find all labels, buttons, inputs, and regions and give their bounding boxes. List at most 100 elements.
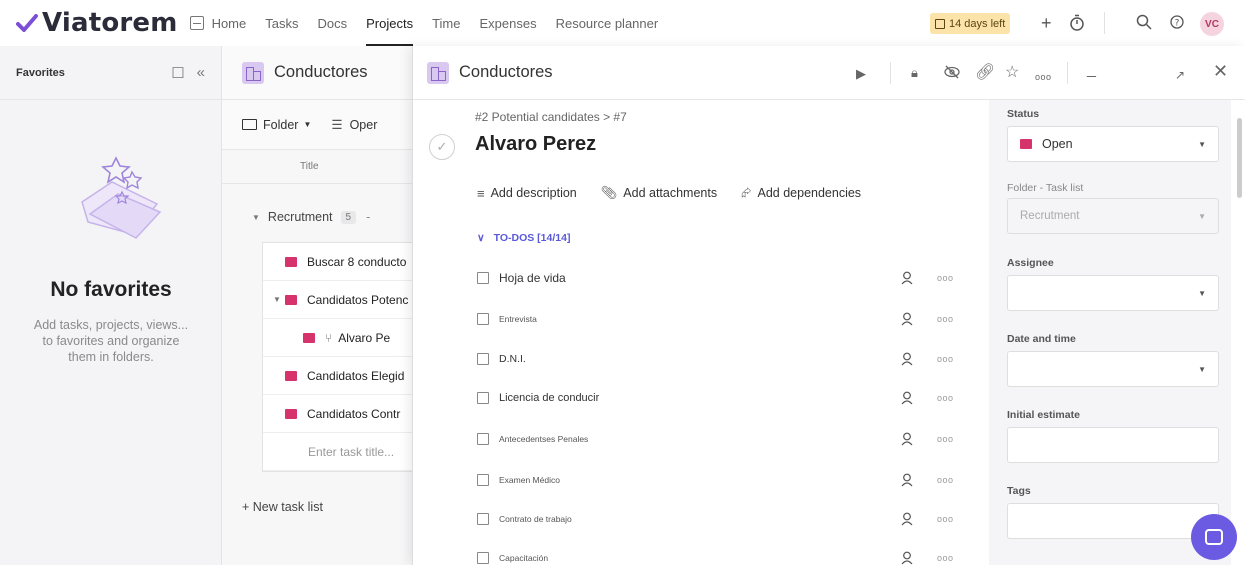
folder-dropdown[interactable]: Folder — [263, 118, 298, 132]
todo-checkbox[interactable] — [477, 392, 489, 404]
assignee-icon[interactable] — [901, 432, 913, 446]
task-row[interactable]: Buscar 8 conducto — [263, 243, 412, 281]
new-task-input[interactable]: Enter task title... — [263, 433, 412, 471]
detail-project-title[interactable]: Conductores — [459, 63, 553, 82]
close-icon[interactable]: ✕ — [1213, 62, 1228, 80]
todo-item[interactable]: Hoja de vida ooo — [477, 268, 967, 288]
todo-checkbox[interactable] — [477, 552, 489, 564]
more-icon[interactable]: ooo — [937, 514, 954, 524]
todo-item[interactable]: Contrato de trabajo ooo — [477, 509, 967, 529]
search-icon[interactable] — [1136, 14, 1152, 30]
folder-select[interactable]: Recrutment ▼ — [1007, 198, 1219, 234]
todo-checkbox[interactable] — [477, 313, 489, 325]
play-icon[interactable]: ▶ — [856, 65, 866, 83]
todos-title: TO-DOS [14/14] — [493, 232, 571, 244]
chat-button[interactable] — [1191, 514, 1237, 560]
inbox-icon[interactable] — [189, 16, 204, 30]
lock-icon[interactable]: 🔒︎ — [911, 64, 918, 82]
more-icon[interactable]: ooo — [937, 553, 954, 563]
new-task-list-button[interactable]: + New task list — [242, 500, 323, 514]
more-icon[interactable]: ooo — [937, 393, 954, 403]
task-row[interactable]: Candidatos Elegid — [263, 357, 412, 395]
todo-label[interactable]: Licencia de conducir — [499, 392, 599, 404]
task-row[interactable]: Candidatos Contr — [263, 395, 412, 433]
tags-input[interactable] — [1007, 503, 1219, 539]
more-icon[interactable]: ooo — [937, 314, 954, 324]
todo-checkbox[interactable] — [477, 513, 489, 525]
expand-icon[interactable]: ▼ — [252, 213, 260, 222]
todo-checkbox[interactable] — [477, 353, 489, 365]
more-icon[interactable]: ooo — [937, 475, 954, 485]
nav-docs[interactable]: Docs — [317, 0, 347, 46]
todo-label[interactable]: D.N.I. — [499, 353, 526, 365]
todo-item[interactable]: Capacitación ooo — [477, 548, 967, 565]
todo-label[interactable]: Examen Médico — [499, 475, 560, 485]
assignee-select[interactable]: ▼ — [1007, 275, 1219, 311]
star-icon[interactable]: ☆ — [1005, 64, 1019, 82]
breadcrumb[interactable]: #2 Potential candidates > #7 — [475, 110, 627, 124]
link-icon[interactable]: 🔗︎ — [975, 64, 995, 82]
trial-badge[interactable]: 14 days left — [930, 13, 1011, 34]
assignee-icon[interactable] — [901, 391, 913, 405]
todo-checkbox[interactable] — [477, 272, 489, 284]
add-dependencies-button[interactable]: ⮳ Add dependencies — [741, 185, 861, 201]
timer-icon[interactable] — [1069, 14, 1085, 32]
more-icon[interactable]: ooo — [1035, 68, 1052, 86]
todo-checkbox[interactable] — [477, 474, 489, 486]
todo-label[interactable]: Entrevista — [499, 314, 537, 324]
task-row[interactable]: ▼ Candidatos Potenc — [263, 281, 412, 319]
todo-label[interactable]: Antecedentses Penales — [499, 434, 588, 444]
nav-home[interactable]: Home — [212, 0, 247, 46]
todo-checkbox[interactable] — [477, 433, 489, 445]
task-name[interactable]: Alvaro Perez — [475, 133, 596, 156]
logo[interactable]: Viatorem — [16, 8, 178, 38]
assignee-icon[interactable] — [901, 271, 913, 285]
nav-time[interactable]: Time — [432, 0, 460, 46]
expand-icon[interactable]: ▼ — [273, 295, 285, 304]
todo-label[interactable]: Hoja de vida — [499, 271, 566, 285]
estimate-input[interactable] — [1007, 427, 1219, 463]
assignee-icon[interactable] — [901, 312, 913, 326]
avatar[interactable]: VC — [1200, 12, 1224, 36]
complete-task-button[interactable]: ✓ — [429, 134, 455, 160]
title-column[interactable]: Title — [300, 161, 319, 172]
task-group-header[interactable]: ▼ Recrutment 5 - — [252, 210, 370, 224]
new-folder-icon[interactable]: ☐ — [171, 64, 184, 82]
nav-resource-planner[interactable]: Resource planner — [556, 0, 659, 46]
more-icon[interactable]: ooo — [937, 354, 954, 364]
chevron-down-icon: ∨ — [477, 232, 485, 244]
assignee-icon[interactable] — [901, 352, 913, 366]
todo-item[interactable]: Antecedentses Penales ooo — [477, 429, 967, 449]
todo-label[interactable]: Capacitación — [499, 553, 548, 563]
nav-expenses[interactable]: Expenses — [479, 0, 536, 46]
more-icon[interactable]: ooo — [937, 273, 954, 283]
help-icon[interactable]: ? — [1170, 15, 1184, 29]
date-select[interactable]: ▼ — [1007, 351, 1219, 387]
status-select[interactable]: Open ▼ — [1007, 126, 1219, 162]
open-filter[interactable]: Oper — [350, 118, 378, 132]
assignee-icon[interactable] — [901, 551, 913, 565]
assignee-icon[interactable] — [901, 473, 913, 487]
more-icon[interactable]: ooo — [937, 434, 954, 444]
nav-tasks[interactable]: Tasks — [265, 0, 298, 46]
empty-folder-illustration — [81, 156, 162, 239]
nav-projects[interactable]: Projects — [366, 0, 413, 46]
scrollbar[interactable] — [1237, 118, 1242, 198]
todos-header[interactable]: ∨ TO-DOS [14/14] — [477, 232, 570, 244]
project-title[interactable]: Conductores — [274, 63, 368, 82]
add-description-button[interactable]: ≡ Add description — [477, 185, 577, 201]
subtask-row[interactable]: ⑂ Alvaro Pe — [263, 319, 412, 357]
assignee-icon[interactable] — [901, 512, 913, 526]
collapse-icon[interactable]: « — [197, 64, 205, 81]
add-attachments-button[interactable]: 📎︎ Add attachments — [601, 185, 717, 201]
add-icon[interactable]: + — [1041, 12, 1052, 34]
minimize-icon[interactable]: _ — [1087, 61, 1096, 79]
todo-label[interactable]: Contrato de trabajo — [499, 514, 572, 524]
todo-item[interactable]: Examen Médico ooo — [477, 470, 967, 490]
action-label: Add attachments — [623, 186, 718, 200]
hide-icon[interactable] — [943, 64, 961, 80]
todo-item[interactable]: Entrevista ooo — [477, 309, 967, 329]
todo-item[interactable]: Licencia de conducir ooo — [477, 388, 967, 408]
expand-window-icon[interactable]: ↗ — [1175, 66, 1185, 84]
todo-item[interactable]: D.N.I. ooo — [477, 349, 967, 369]
